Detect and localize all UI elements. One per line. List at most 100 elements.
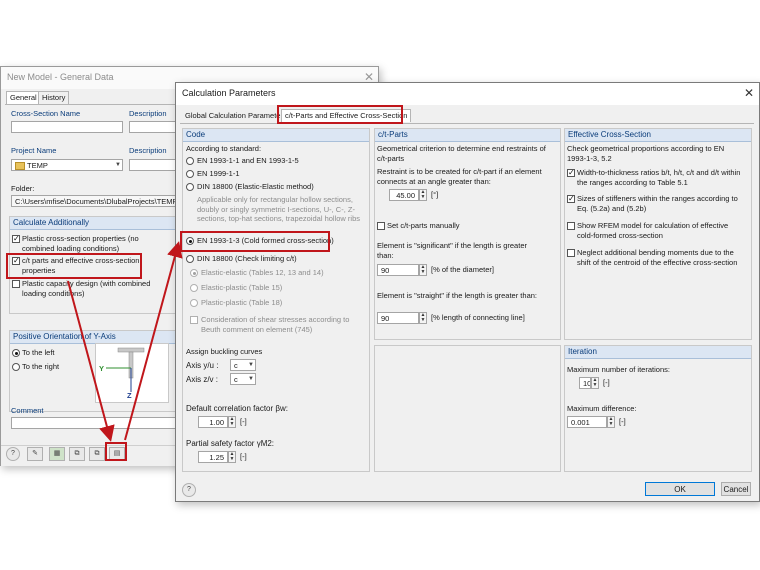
section-preview: Y Z xyxy=(95,343,169,403)
cancel-button[interactable]: Cancel xyxy=(721,482,751,496)
cross-section-name-input[interactable] xyxy=(11,121,123,133)
restraint-label: Restraint is to be created for c/t-part … xyxy=(377,167,542,186)
significant-input[interactable]: 90 xyxy=(377,264,419,276)
orientation-left-radio[interactable] xyxy=(12,349,20,357)
tab-history[interactable]: History xyxy=(38,91,70,104)
buckling-label: Assign buckling curves xyxy=(186,347,263,356)
edit-icon[interactable]: ✎ xyxy=(27,447,43,461)
angle-spinner[interactable]: ▲ ▼ xyxy=(419,189,427,201)
max-difference-spinner[interactable]: ▲ ▼ xyxy=(607,416,615,428)
tab-general[interactable]: General xyxy=(6,91,41,104)
standard-en1993-radio[interactable] xyxy=(186,157,194,165)
correlation-input[interactable]: 1.00 xyxy=(198,416,228,428)
plastic-capacity-checkbox[interactable] xyxy=(12,280,20,288)
help-icon[interactable]: ? xyxy=(6,447,20,461)
axis-zv-select[interactable]: c ▼ xyxy=(230,373,256,385)
din-note: Applicable only for rectangular hollow s… xyxy=(197,195,361,223)
panel-header: Iteration xyxy=(565,346,751,359)
significant-unit: [% of the diameter] xyxy=(431,265,494,274)
neglect-moments-label: Neglect additional bending moments due t… xyxy=(577,248,738,267)
panel-header: Effective Cross-Section xyxy=(565,129,751,142)
project-value: TEMP xyxy=(27,161,48,170)
correlation-label: Default correlation factor βw: xyxy=(186,404,288,413)
ct-parts-highlight xyxy=(6,253,142,279)
panel-header: Code xyxy=(183,129,369,142)
safety-input[interactable]: 1.25 xyxy=(198,451,228,463)
max-iterations-input[interactable]: 10 xyxy=(579,377,591,389)
calc-button-highlight xyxy=(105,442,127,461)
standard-en1993-label: EN 1993-1-1 and EN 1993-1-5 xyxy=(197,156,299,165)
width-thickness-checkbox[interactable]: ✓ xyxy=(567,169,575,177)
max-difference-label: Maximum difference: xyxy=(567,404,637,413)
correlation-spinner[interactable]: ▲ ▼ xyxy=(228,416,236,428)
standard-din-radio[interactable] xyxy=(186,183,194,191)
project-description-input[interactable] xyxy=(129,159,179,171)
plastic-capacity-label: Plastic capacity design (with combined l… xyxy=(22,279,151,298)
set-manually-label: Set c/t-parts manually xyxy=(387,221,460,230)
elastic-plastic-radio[interactable] xyxy=(190,284,198,292)
plastic-plastic-radio[interactable] xyxy=(190,299,198,307)
din-ct-radio[interactable] xyxy=(186,255,194,263)
panel-header: c/t-Parts xyxy=(375,129,560,142)
orientation-right-label: To the right xyxy=(22,362,60,371)
cold-formed-highlight xyxy=(180,231,330,252)
paste-icon[interactable]: ⧉ xyxy=(89,447,105,461)
din-ct-label: DIN 18800 (Check limiting c/t) xyxy=(197,254,297,263)
dialog-title: Calculation Parameters xyxy=(182,88,276,98)
chevron-down-icon: ▼ xyxy=(248,376,254,382)
project-select[interactable]: TEMP ▼ xyxy=(11,159,123,171)
elastic-elastic-label: Elastic-elastic (Tables 12, 13 and 14) xyxy=(201,268,324,277)
folder-path: C:\Users\mfise\Documents\DlubalProjects\… xyxy=(11,195,179,207)
set-manually-checkbox[interactable] xyxy=(377,222,385,230)
safety-unit: [-] xyxy=(240,452,247,461)
ok-button[interactable]: OK xyxy=(645,482,715,496)
correlation-unit: [-] xyxy=(240,417,247,426)
orientation-right-radio[interactable] xyxy=(12,363,20,371)
show-rfem-label: Show RFEM model for calculation of effec… xyxy=(577,221,729,240)
calculation-parameters-dialog: Calculation Parameters ✕ Global Calculat… xyxy=(175,82,760,502)
standard-en1999-label: EN 1999-1-1 xyxy=(197,169,240,178)
max-iterations-spinner[interactable]: ▲ ▼ xyxy=(591,377,599,389)
safety-spinner[interactable]: ▲ ▼ xyxy=(228,451,236,463)
folder-icon xyxy=(15,162,25,171)
units-icon[interactable]: ▦ xyxy=(49,447,65,461)
max-difference-input[interactable]: 0.001 xyxy=(567,416,607,428)
axis-zv-label: Axis z/v : xyxy=(186,375,219,384)
according-label: According to standard: xyxy=(186,144,262,153)
close-icon[interactable]: ✕ xyxy=(744,86,754,100)
neglect-moments-checkbox[interactable] xyxy=(567,249,575,257)
angle-unit: [°] xyxy=(431,190,439,199)
description-input[interactable] xyxy=(129,121,179,133)
stiffeners-checkbox[interactable]: ✓ xyxy=(567,195,575,203)
axis-yu-label: Axis y/u : xyxy=(186,361,219,370)
y-axis-label: Y xyxy=(99,364,105,373)
window-title: New Model - General Data xyxy=(7,72,114,82)
copy-icon[interactable]: ⧉ xyxy=(69,447,85,461)
help-icon[interactable]: ? xyxy=(182,483,196,497)
description-label: Description xyxy=(129,109,167,118)
straight-unit: [% length of connecting line] xyxy=(431,313,525,322)
plastic-properties-checkbox[interactable]: ✓ xyxy=(12,235,20,243)
angle-input[interactable]: 45.00 xyxy=(389,189,419,201)
check-description: Check geometrical proportions according … xyxy=(567,144,725,163)
plastic-properties-label: Plastic cross-section properties (no com… xyxy=(22,234,139,253)
significant-spinner[interactable]: ▲ ▼ xyxy=(419,264,427,276)
max-iterations-label: Maximum number of iterations: xyxy=(567,365,670,374)
elastic-elastic-radio[interactable] xyxy=(190,269,198,277)
stiffeners-label: Sizes of stiffeners within the ranges ac… xyxy=(577,194,738,213)
axis-yu-value: c xyxy=(234,361,238,370)
standard-en1999-radio[interactable] xyxy=(186,170,194,178)
straight-input[interactable]: 90 xyxy=(377,312,419,324)
geom-description: Geometrical criterion to determine end r… xyxy=(377,144,546,163)
panel-header: Calculate Additionally xyxy=(10,217,180,230)
show-rfem-checkbox[interactable] xyxy=(567,222,575,230)
safety-label: Partial safety factor γM2: xyxy=(186,439,275,448)
comment-input[interactable] xyxy=(11,417,179,429)
tab-global-calculation[interactable]: Global Calculation Parameters xyxy=(182,110,290,122)
title-bar: Calculation Parameters ✕ xyxy=(176,83,759,105)
shear-stress-checkbox[interactable] xyxy=(190,316,198,324)
axis-yu-select[interactable]: c ▼ xyxy=(230,359,256,371)
straight-spinner[interactable]: ▲ ▼ xyxy=(419,312,427,324)
description-label-2: Description xyxy=(129,146,167,155)
cross-section-name-label: Cross-Section Name xyxy=(11,109,81,118)
